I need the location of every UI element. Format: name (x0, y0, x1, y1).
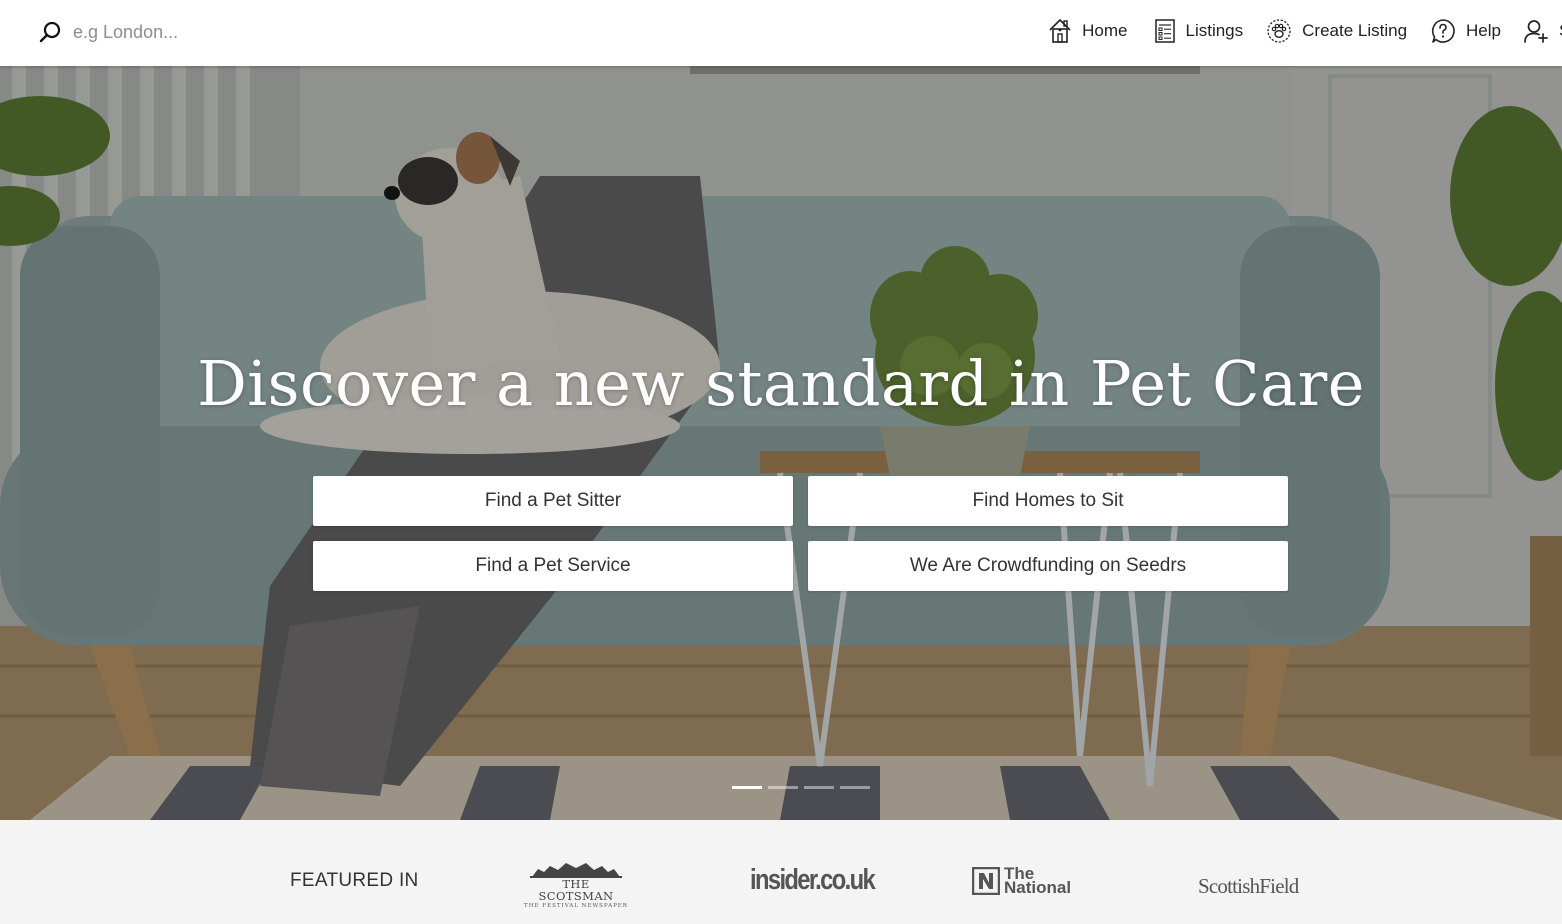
paw-icon (1267, 19, 1291, 43)
top-navigation-bar: Home Listings (0, 0, 1562, 66)
scotsman-tagline: THE FESTIVAL NEWSPAPER (524, 903, 628, 909)
search-bar (38, 17, 333, 47)
listings-icon (1154, 19, 1175, 43)
scotsman-crest-icon (530, 863, 622, 878)
scottish-field-logo: ScottishField (1198, 874, 1299, 898)
nav-home[interactable]: Home (1048, 18, 1128, 44)
nav-help[interactable]: Help (1430, 18, 1501, 44)
the-national-line2: National (1004, 878, 1072, 897)
hero-title: Discover a new standard in Pet Care (197, 347, 1365, 420)
home-icon (1049, 19, 1071, 43)
hero-background-image (0, 66, 1562, 820)
carousel-dot-1[interactable] (732, 786, 762, 789)
add-user-icon (1524, 20, 1548, 43)
find-pet-sitter-button[interactable]: Find a Pet Sitter (313, 476, 793, 526)
crowdfunding-seedrs-button[interactable]: We Are Crowdfunding on Seedrs (808, 541, 1288, 591)
nav-help-label: Help (1466, 21, 1501, 40)
find-homes-to-sit-button[interactable]: Find Homes to Sit (808, 476, 1288, 526)
nav-create-listing-label: Create Listing (1302, 21, 1408, 40)
nav-home-label: Home (1082, 21, 1128, 40)
scotsman-name: THE SCOTSMAN (538, 877, 614, 903)
insider-logo: insider.co.uk (750, 864, 876, 896)
featured-in-label: FEATURED IN (290, 870, 419, 891)
scotsman-logo: THE SCOTSMAN THE FESTIVAL NEWSPAPER (524, 860, 628, 909)
nav-listings[interactable]: Listings (1154, 18, 1244, 44)
carousel-dot-2[interactable] (768, 786, 798, 789)
the-national-mark-icon (972, 867, 1000, 895)
the-national-logo: The National (972, 865, 1072, 897)
featured-in-strip: FEATURED IN THE SCOTSMAN THE FESTIVAL NE… (0, 820, 1562, 924)
search-icon[interactable] (38, 20, 62, 44)
carousel-dot-4[interactable] (840, 786, 870, 789)
nav-listings-label: Listings (1185, 21, 1244, 40)
main-nav: Home Listings Create Listing Help (1048, 16, 1562, 46)
nav-create-listing[interactable]: Create Listing (1266, 18, 1407, 44)
hero-banner: Discover a new standard in Pet Care Find… (0, 66, 1562, 820)
help-icon (1432, 19, 1455, 43)
nav-sign-up[interactable]: S (1523, 18, 1562, 44)
find-pet-service-button[interactable]: Find a Pet Service (313, 541, 793, 591)
carousel-indicators (732, 786, 876, 789)
search-input[interactable] (73, 18, 333, 46)
carousel-dot-3[interactable] (804, 786, 834, 789)
